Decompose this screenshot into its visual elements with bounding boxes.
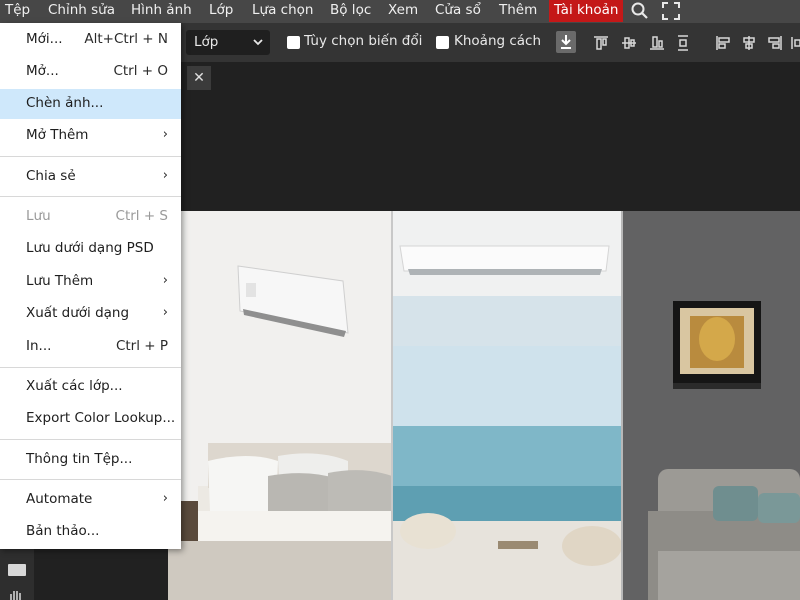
menu-item-label: In... xyxy=(26,338,52,354)
menu-layer[interactable]: Lớp xyxy=(209,0,233,23)
menu-separator xyxy=(0,156,181,157)
menu-item-file-info[interactable]: Thông tin Tệp... xyxy=(0,445,181,475)
menu-item-new[interactable]: Mới... Alt+Ctrl + N xyxy=(0,25,181,55)
menu-item-label: Chèn ảnh... xyxy=(26,95,104,111)
menu-separator xyxy=(0,367,181,368)
align-hcenter-icon[interactable] xyxy=(740,34,758,52)
menu-item-share[interactable]: Chia sẻ › xyxy=(0,162,181,192)
photo-editor-app: Tệp Chỉnh sửa Hình ảnh Lớp Lựa chọn Bộ l… xyxy=(0,0,800,600)
search-icon[interactable] xyxy=(630,1,650,21)
menu-item-label: Mở Thêm xyxy=(26,127,89,143)
menu-item-shortcut: Ctrl + O xyxy=(113,63,168,79)
menu-item-open[interactable]: Mở... Ctrl + O xyxy=(0,57,181,87)
menu-item-open-more[interactable]: Mở Thêm › xyxy=(0,121,181,151)
chevron-right-icon: › xyxy=(162,305,168,320)
align-top-icon[interactable] xyxy=(592,34,610,52)
align-left-icon[interactable] xyxy=(714,34,732,52)
menu-item-label: Xuất các lớp... xyxy=(26,378,123,394)
chevron-right-icon: › xyxy=(162,168,168,183)
menu-item-save-more[interactable]: Lưu Thêm › xyxy=(0,267,181,297)
chevron-down-icon xyxy=(251,32,265,61)
menu-item-print[interactable]: In... Ctrl + P xyxy=(0,332,181,362)
hand-tool-icon[interactable] xyxy=(9,586,23,600)
menu-filter[interactable]: Bộ lọc xyxy=(330,0,371,23)
menu-item-label: Thông tin Tệp... xyxy=(26,451,133,467)
menu-item-export-as[interactable]: Xuất dưới dạng › xyxy=(0,299,181,329)
menu-item-save-psd[interactable]: Lưu dưới dạng PSD xyxy=(0,234,181,264)
menu-item-label: Mới... xyxy=(26,31,63,47)
menu-item-label: Automate xyxy=(26,491,93,507)
menu-item-save[interactable]: Lưu Ctrl + S xyxy=(0,202,181,232)
menu-separator xyxy=(0,479,181,480)
menu-edit[interactable]: Chỉnh sửa xyxy=(48,0,115,23)
menu-item-shortcut: Ctrl + P xyxy=(115,338,168,354)
menu-separator xyxy=(0,439,181,440)
distance-checkbox[interactable] xyxy=(436,36,449,49)
menu-item-label: Chia sẻ xyxy=(26,168,76,184)
file-menu-dropdown: Mới... Alt+Ctrl + N Mở... Ctrl + O Chèn … xyxy=(0,23,181,549)
download-icon[interactable] xyxy=(556,31,576,53)
close-tab-button[interactable]: ✕ xyxy=(187,66,211,90)
fullscreen-icon[interactable] xyxy=(661,1,681,21)
menu-item-insert-image[interactable]: Chèn ảnh... xyxy=(0,89,181,119)
align-bottom-icon[interactable] xyxy=(648,34,666,52)
menu-item-scripts[interactable]: Bản thảo... xyxy=(0,517,181,547)
align-vcenter-icon[interactable] xyxy=(620,34,638,52)
layer-select-value: Lớp xyxy=(194,34,219,50)
menu-select[interactable]: Lựa chọn xyxy=(252,0,313,23)
transform-label: Tùy chọn biến đổi xyxy=(304,33,423,49)
chevron-right-icon: › xyxy=(162,273,168,288)
transform-checkbox[interactable] xyxy=(287,36,300,49)
tool-panel xyxy=(0,540,34,600)
menu-item-label: Mở... xyxy=(26,63,59,79)
distribute-v-icon[interactable] xyxy=(674,34,692,52)
layer-select[interactable]: Lớp xyxy=(186,30,270,55)
menu-file[interactable]: Tệp xyxy=(5,0,30,23)
menu-item-label: Lưu Thêm xyxy=(26,273,94,289)
menu-item-label: Lưu xyxy=(26,208,51,224)
menu-image[interactable]: Hình ảnh xyxy=(131,0,192,23)
chevron-right-icon: › xyxy=(162,127,168,142)
chevron-right-icon: › xyxy=(162,491,168,506)
distribute-h-icon[interactable] xyxy=(790,34,800,52)
menu-item-label: Bản thảo... xyxy=(26,523,100,539)
canvas-image[interactable] xyxy=(168,211,800,600)
menu-separator xyxy=(0,196,181,197)
menu-account[interactable]: Tài khoản xyxy=(549,0,624,22)
menu-item-export-layers[interactable]: Xuất các lớp... xyxy=(0,372,181,402)
menu-item-label: Lưu dưới dạng PSD xyxy=(26,240,154,256)
menu-item-export-color-lookup[interactable]: Export Color Lookup... xyxy=(0,404,181,434)
menu-item-label: Xuất dưới dạng xyxy=(26,305,130,321)
menu-item-shortcut: Ctrl + S xyxy=(115,208,168,224)
menu-view[interactable]: Xem xyxy=(388,0,418,23)
menu-bar: Tệp Chỉnh sửa Hình ảnh Lớp Lựa chọn Bộ l… xyxy=(0,0,800,23)
rectangle-tool-icon[interactable] xyxy=(8,564,26,576)
menu-item-shortcut: Alt+Ctrl + N xyxy=(84,31,168,47)
align-right-icon[interactable] xyxy=(766,34,784,52)
distance-label: Khoảng cách xyxy=(454,33,542,49)
menu-more[interactable]: Thêm xyxy=(499,0,537,23)
menu-item-automate[interactable]: Automate › xyxy=(0,485,181,515)
menu-item-label: Export Color Lookup... xyxy=(26,410,176,426)
menu-window[interactable]: Cửa sổ xyxy=(435,0,481,23)
